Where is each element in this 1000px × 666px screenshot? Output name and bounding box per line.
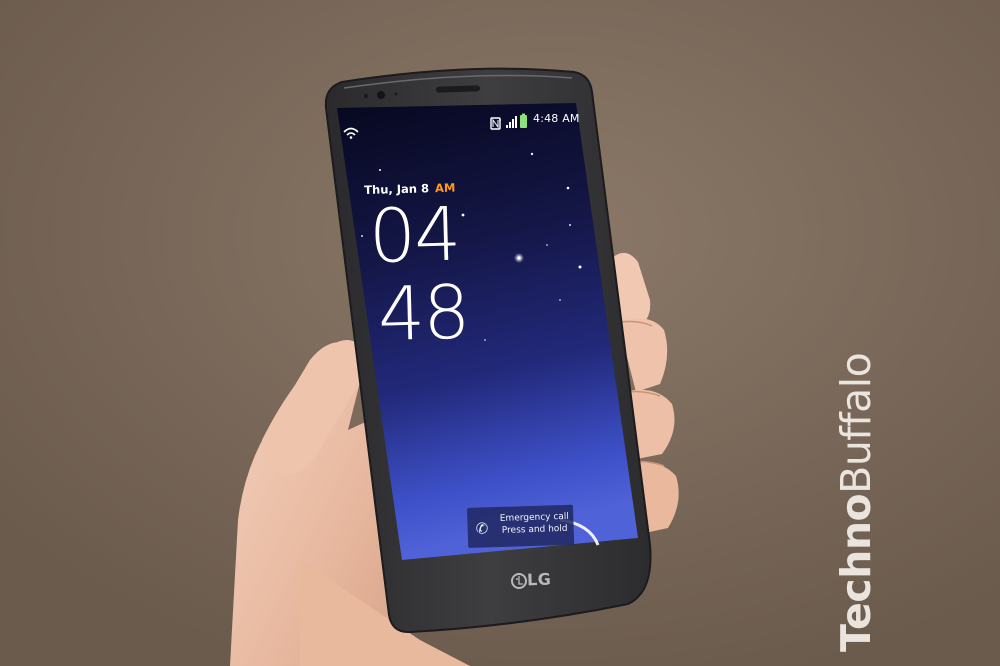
status-time: 4:48 AM — [533, 112, 580, 125]
watermark: TechnoBuffalo — [832, 353, 880, 652]
camera-icon — [377, 91, 385, 99]
battery-icon — [520, 113, 527, 128]
emergency-call-button[interactable]: ✆ Emergency call Press and hold — [467, 504, 575, 548]
phone-icon: ✆ — [475, 519, 489, 538]
emergency-call-label: Emergency call Press and hold — [498, 511, 571, 537]
watermark-part-1: Techno — [832, 493, 880, 652]
clock-hours: 04 — [367, 191, 461, 280]
emergency-line-2: Press and hold — [501, 523, 568, 536]
clock-minutes: 48 — [376, 269, 470, 358]
watermark-part-2: Buffalo — [832, 352, 880, 494]
device-brand-label: LG — [526, 569, 552, 590]
